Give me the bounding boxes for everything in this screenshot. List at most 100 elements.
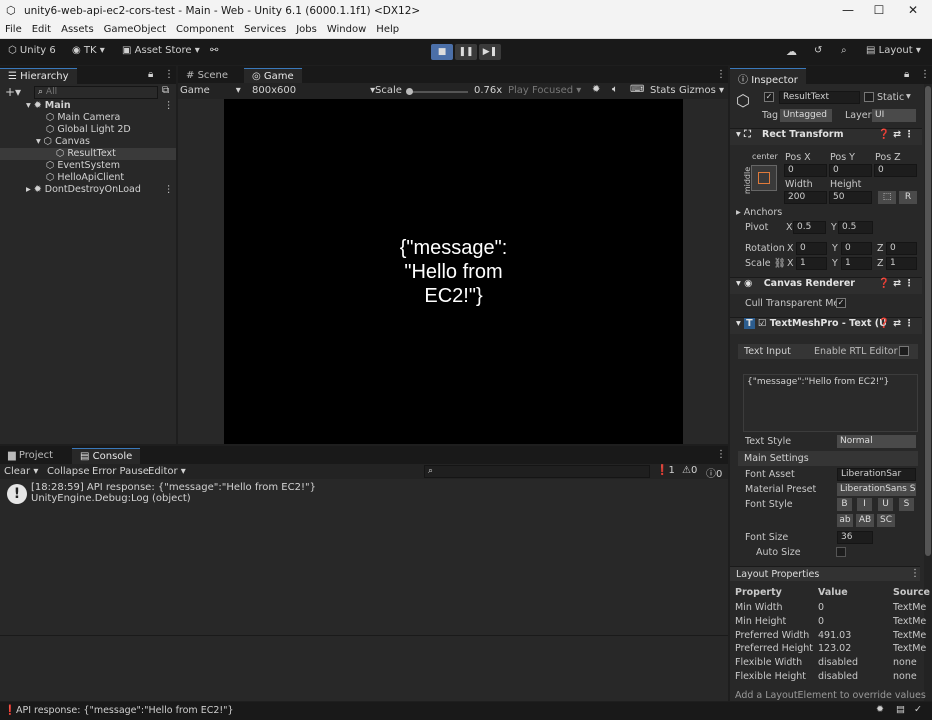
textmeshpro-header[interactable]: ▾ T ☑ TextMeshPro - Text (U ❓ ⇄ ⋮ [730, 317, 922, 334]
raw-edit-button[interactable]: R [899, 191, 917, 204]
layout-properties-header[interactable]: Layout Properties ⋮ [730, 566, 920, 581]
hierarchy-item-eventsystem[interactable]: ⬡ EventSystem [0, 160, 176, 172]
material-preset-dropdown[interactable]: LiberationSans S [837, 483, 916, 496]
log-count-toggle[interactable]: ❗1 [656, 465, 675, 476]
scale-slider-handle[interactable] [406, 88, 413, 95]
rotation-x-field[interactable]: 0 [796, 242, 827, 255]
console-log-entry[interactable]: ! [18:28:59] API response: {"message":"H… [0, 480, 728, 510]
enable-rtl-checkbox[interactable] [899, 346, 909, 356]
collapse-button[interactable]: Collapse [47, 466, 90, 477]
keyboard-icon[interactable]: ⌨ [630, 84, 644, 95]
clear-button[interactable]: Clear ▾ [4, 466, 38, 477]
posx-field[interactable]: 0 [784, 164, 827, 177]
tag-dropdown[interactable]: Untagged [780, 109, 832, 122]
inspector-menu-icon[interactable]: ⋮ [920, 69, 930, 80]
main-settings-header[interactable]: Main Settings [738, 451, 918, 466]
hierarchy-item-canvas[interactable]: ▾ ⬡ Canvas [0, 136, 176, 148]
game-menu-icon[interactable]: ⋮ [716, 69, 726, 80]
progress-icon[interactable]: ▤ [896, 704, 905, 715]
resolution-dropdown[interactable]: 800x600 ▾ [252, 85, 375, 96]
hierarchy-search-input[interactable]: ⌕ All [34, 86, 158, 99]
scale-link-icon[interactable]: ⛓ [774, 258, 786, 269]
audio-icon[interactable]: 🔈︎ [612, 84, 618, 95]
add-object-button[interactable]: +▾ [5, 85, 21, 99]
unity-menu-button[interactable]: ⬡ Unity 6 [8, 45, 56, 56]
tab-scene[interactable]: # Scene [178, 68, 236, 84]
canvas-renderer-header[interactable]: ▾ ◉ Canvas Renderer ❓ ⇄ ⋮ [730, 277, 922, 294]
cloud-icon[interactable]: ☁ [786, 45, 797, 58]
tab-project[interactable]: ▆ Project [0, 448, 61, 464]
close-button[interactable]: ✕ [903, 3, 923, 17]
hierarchy-menu-icon[interactable]: ⋮ [164, 69, 174, 80]
strikethrough-button[interactable]: S [899, 498, 914, 511]
font-size-field[interactable]: 36 [837, 531, 873, 544]
gizmos-dropdown[interactable]: Gizmos ▾ [679, 85, 724, 96]
play-focused-dropdown[interactable]: Play Focused ▾ [508, 85, 581, 96]
hierarchy-item-global-light[interactable]: ⬡ Global Light 2D [0, 124, 176, 136]
hierarchy-item-resulttext[interactable]: ⬡ ResultText [0, 148, 176, 160]
width-field[interactable]: 200 [784, 191, 827, 204]
scale-x-field[interactable]: 1 [796, 257, 827, 270]
hierarchy-item-helloapiclient[interactable]: ⬡ HelloApiClient [0, 172, 176, 184]
blueprint-mode-button[interactable]: ⬚ [878, 191, 896, 204]
menu-assets[interactable]: Assets [56, 23, 99, 36]
inspector-lock-icon[interactable]: 🔒︎ [904, 69, 909, 80]
pivot-x-field[interactable]: 0.5 [793, 221, 826, 234]
smallcaps-button[interactable]: SC [877, 514, 895, 527]
search-icon[interactable]: ⌕ [841, 45, 847, 56]
tab-inspector[interactable]: ⓘ Inspector [730, 68, 806, 86]
account-button[interactable]: ◉ TK ▾ [72, 45, 105, 56]
menu-gameobject[interactable]: GameObject [99, 23, 171, 36]
posy-field[interactable]: 0 [829, 164, 872, 177]
tab-hierarchy[interactable]: ☰ Hierarchy [0, 68, 77, 84]
object-name-field[interactable]: ResultText [779, 91, 860, 104]
step-button[interactable]: ▶❚ [479, 44, 501, 60]
tab-game[interactable]: ◎ Game [244, 68, 302, 84]
minimize-button[interactable]: — [838, 3, 858, 17]
status-message[interactable]: API response: {"message":"Hello from EC2… [16, 705, 234, 716]
hierarchy-item-main[interactable]: ▾ ✹ Main ⋮ [0, 100, 176, 112]
warning-count-toggle[interactable]: ⚠0 [682, 465, 697, 476]
scale-slider[interactable] [406, 88, 468, 95]
active-checkbox[interactable]: ✓ [764, 92, 774, 102]
menu-component[interactable]: Component [171, 23, 239, 36]
rotation-y-field[interactable]: 0 [841, 242, 872, 255]
menu-jobs[interactable]: Jobs [291, 23, 322, 36]
uppercase-button[interactable]: AB [856, 514, 874, 527]
error-count-toggle[interactable]: ⓘ0 [706, 465, 722, 480]
hierarchy-item-main-camera[interactable]: ⬡ Main Camera [0, 112, 176, 124]
maximize-button[interactable]: ☐ [869, 3, 889, 17]
posz-field[interactable]: 0 [874, 164, 917, 177]
mute-bug-icon[interactable]: ✹ [592, 84, 600, 95]
layer-dropdown[interactable]: UI [872, 109, 916, 122]
editor-dropdown[interactable]: Editor ▾ [148, 466, 186, 477]
rotation-z-field[interactable]: 0 [886, 242, 917, 255]
scale-y-field[interactable]: 1 [841, 257, 872, 270]
layout-dropdown[interactable]: ▤ Layout ▾ [866, 45, 921, 56]
lock-icon[interactable]: 🔒︎ [148, 69, 153, 80]
tab-console[interactable]: ▤ Console [72, 448, 141, 464]
text-style-dropdown[interactable]: Normal [837, 435, 916, 448]
anchor-presets-button[interactable] [751, 165, 777, 191]
pause-button[interactable]: ❚❚ [455, 44, 477, 60]
console-search-input[interactable]: ⌕ [424, 465, 650, 478]
menu-window[interactable]: Window [322, 23, 371, 36]
font-asset-field[interactable]: LiberationSar [837, 468, 916, 481]
lowercase-button[interactable]: ab [837, 514, 853, 527]
rect-transform-header[interactable]: ▾ ⛶ Rect Transform ❓ ⇄ ⋮ [730, 128, 922, 145]
menu-edit[interactable]: Edit [27, 23, 56, 36]
play-button[interactable]: ■ [431, 44, 453, 60]
error-pause-button[interactable]: Error Pause [92, 466, 149, 477]
auto-size-checkbox[interactable] [836, 547, 846, 557]
anchors-foldout[interactable]: ▸ Anchors [736, 207, 782, 218]
menu-file[interactable]: File [0, 23, 27, 36]
hierarchy-item-dontdestroyonload[interactable]: ▸ ✹ DontDestroyOnLoad ⋮ [0, 184, 176, 196]
history-icon[interactable]: ↺ [814, 45, 822, 56]
version-control-icon[interactable]: ⚯ [210, 45, 218, 56]
check-icon[interactable]: ✓ [914, 704, 922, 715]
underline-button[interactable]: U [878, 498, 893, 511]
text-input-area[interactable]: {"message":"Hello from EC2!"} [743, 374, 918, 432]
italic-button[interactable]: I [857, 498, 872, 511]
console-menu-icon[interactable]: ⋮ [716, 449, 726, 460]
cull-transparent-checkbox[interactable]: ✓ [836, 298, 846, 308]
